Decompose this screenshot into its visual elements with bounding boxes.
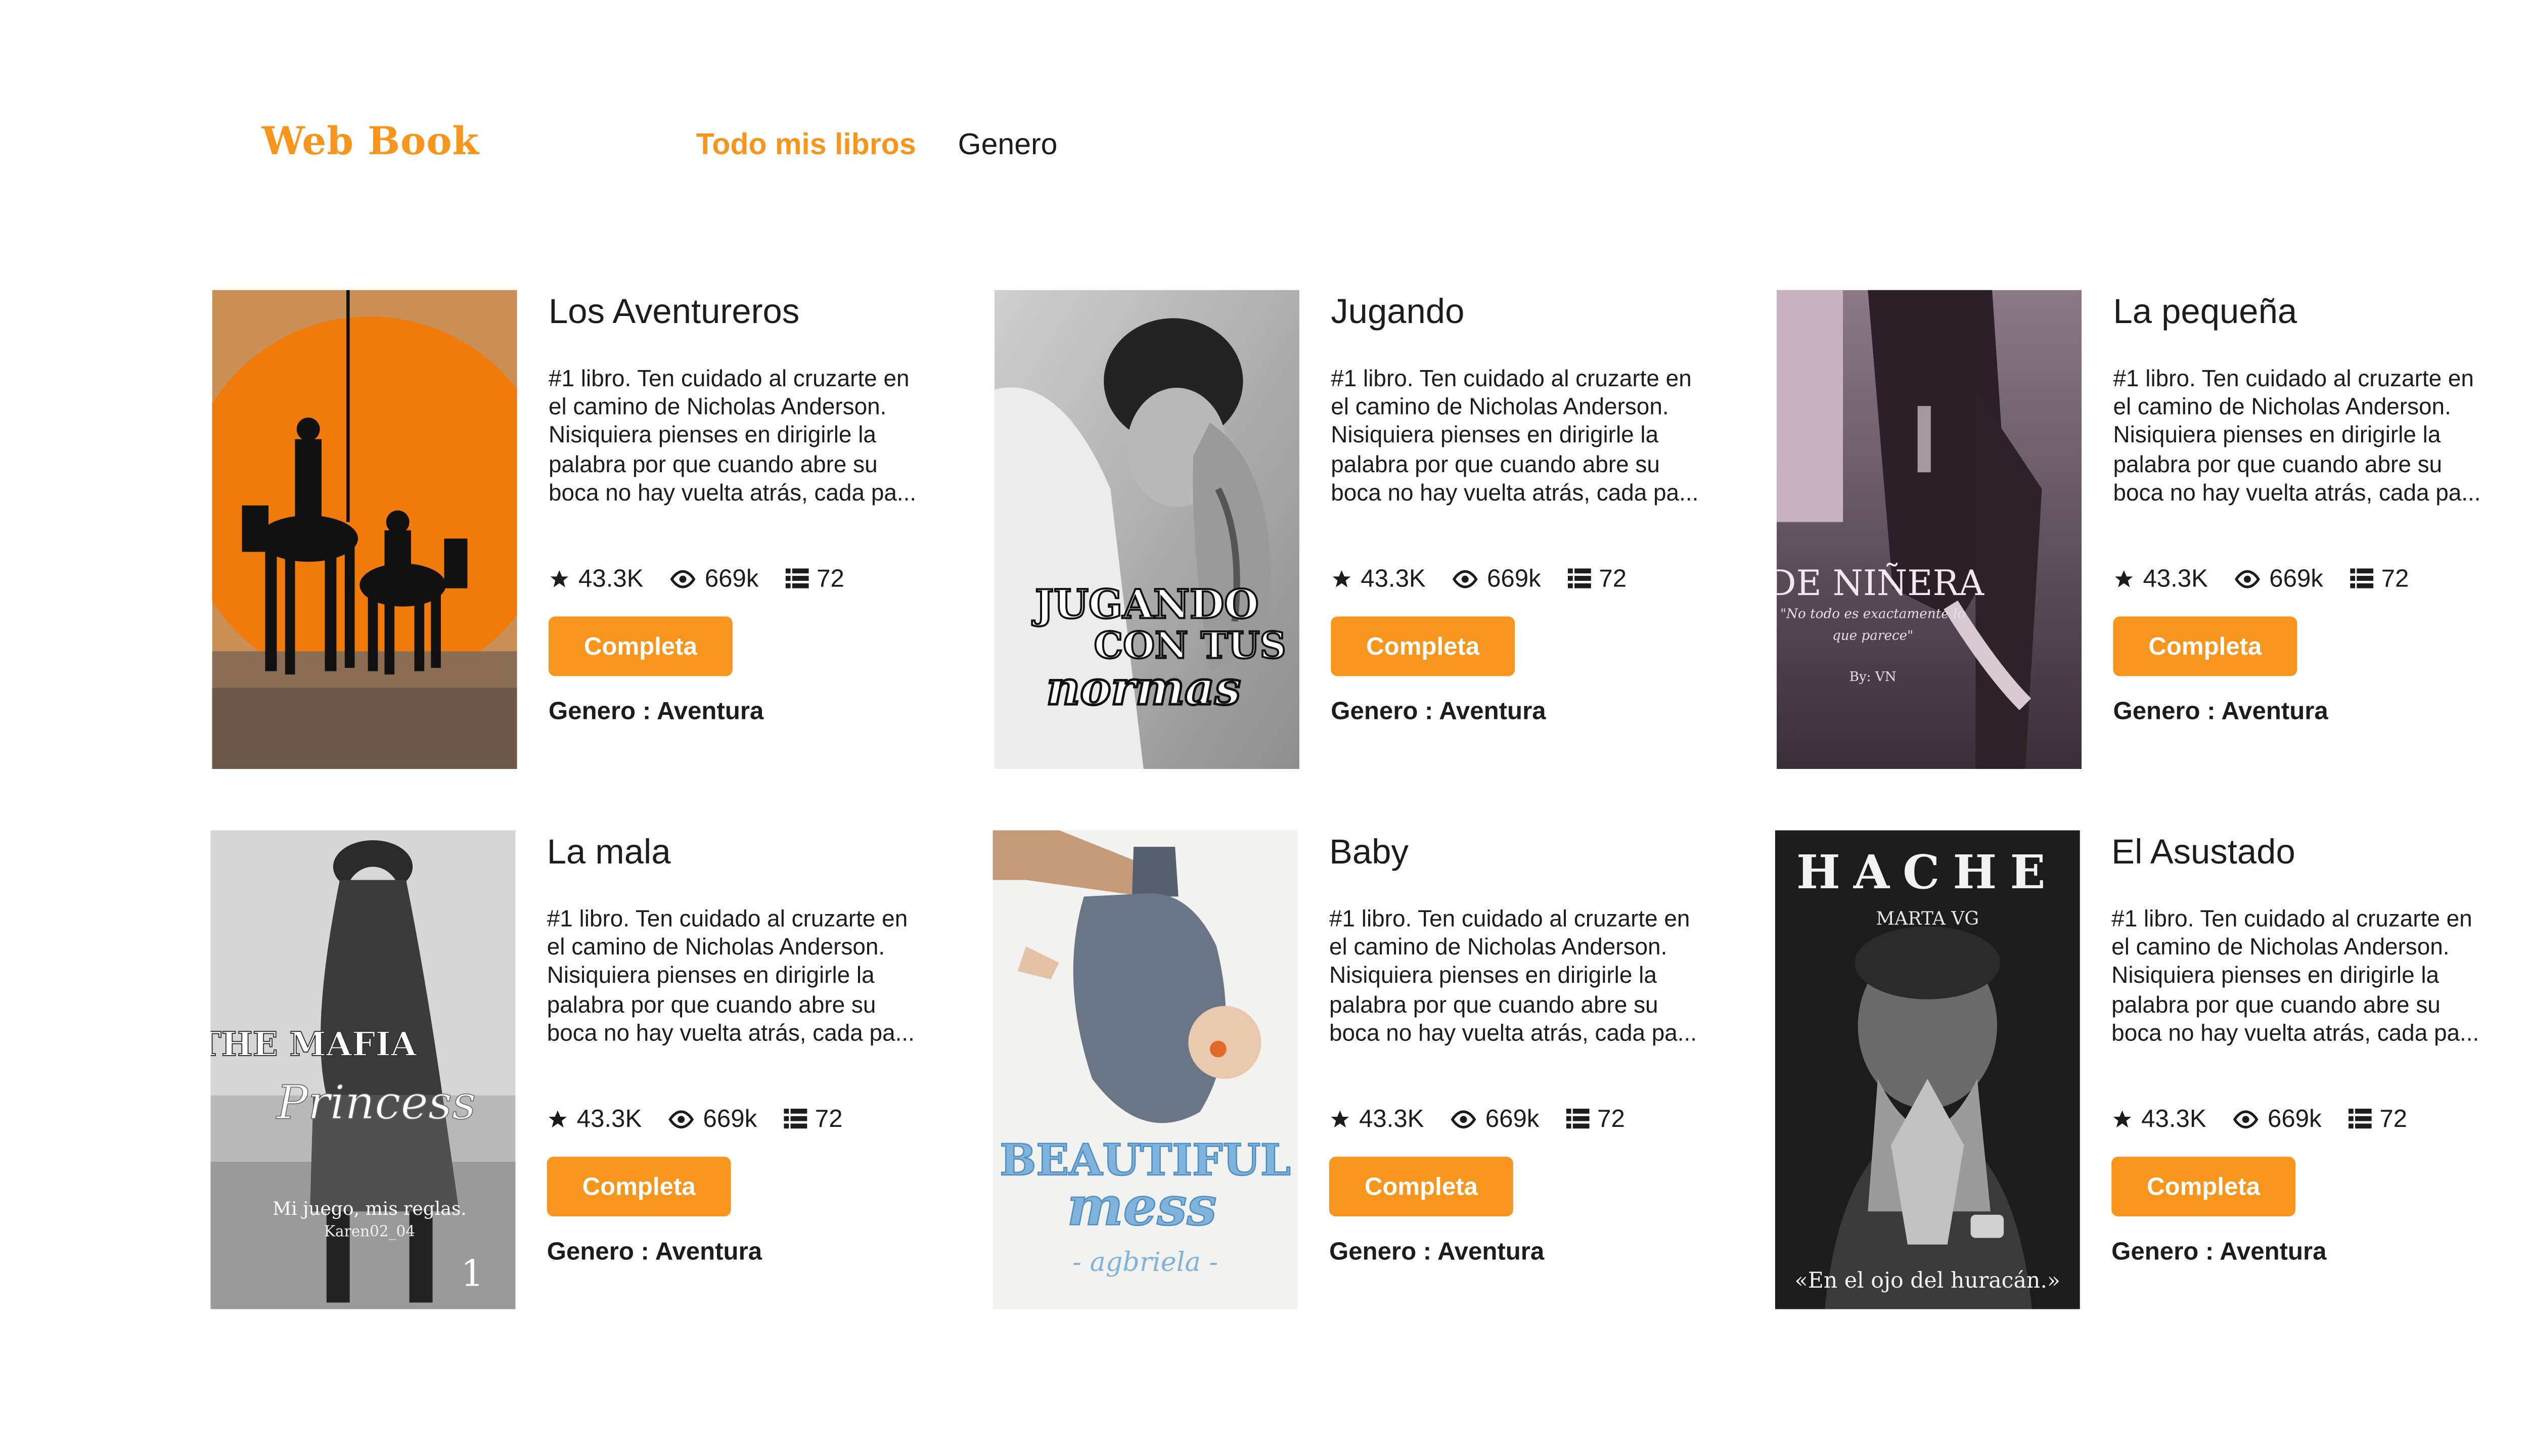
rating-value: 43.3K [2141, 1104, 2206, 1133]
views-value: 669k [703, 1104, 757, 1133]
status-button[interactable]: Completa [1331, 616, 1515, 676]
status-button[interactable]: Completa [547, 1157, 731, 1217]
list-icon [1567, 568, 1591, 588]
list-icon [1565, 1108, 1589, 1129]
book-card[interactable]: JUGANDO CON TUS normas Jugando #1 libro.… [994, 290, 1724, 771]
rating-value: 43.3K [2143, 564, 2208, 593]
star-icon [1331, 1109, 1349, 1127]
rating-value: 43.3K [578, 564, 644, 593]
book-description: #1 libro. Ten cuidado al cruzarte en el … [547, 904, 915, 1045]
status-button[interactable]: Completa [2111, 1157, 2296, 1217]
app-root: Web Book Todo mis libros Genero Los Aven… [0, 0, 2528, 1455]
cover-text: JUGANDO [1032, 581, 1259, 628]
book-genre: Genero : Aventura [1329, 1238, 1545, 1266]
parts-value: 72 [817, 564, 844, 593]
views-value: 669k [1487, 564, 1541, 593]
book-description: #1 libro. Ten cuidado al cruzarte en el … [2113, 365, 2481, 506]
parts-value: 72 [1599, 564, 1627, 593]
status-button[interactable]: Completa [2113, 616, 2297, 676]
cover-text: 1 [461, 1253, 484, 1295]
star-icon [549, 1109, 567, 1127]
parts-value: 72 [1597, 1104, 1625, 1133]
book-card[interactable]: DE NIÑERA "No todo es exactamente lo que… [1777, 290, 2506, 771]
cover-text: mess [1067, 1175, 1217, 1237]
views-value: 669k [1485, 1104, 1540, 1133]
eye-icon [2233, 1109, 2259, 1128]
list-icon [2350, 568, 2373, 588]
cover-text: DE NIÑERA [1777, 563, 1984, 604]
book-genre: Genero : Aventura [2113, 698, 2328, 726]
nav-genero[interactable]: Genero [958, 127, 1058, 162]
cover-text: By: VN [1849, 669, 1897, 685]
book-description: #1 libro. Ten cuidado al cruzarte en el … [1331, 365, 1699, 506]
book-stats: 43.3K 669k 72 [2113, 560, 2486, 597]
book-cover[interactable]: JUGANDO CON TUS normas [994, 290, 1299, 769]
book-genre: Genero : Aventura [1331, 698, 1546, 726]
star-icon [2113, 1109, 2132, 1127]
eye-icon [670, 569, 696, 587]
eye-icon [669, 1109, 694, 1128]
book-card[interactable]: BEAUTIFUL mess - agbriela - Baby #1 libr… [992, 830, 1722, 1311]
eye-icon [2235, 569, 2261, 587]
views-value: 669k [704, 564, 759, 593]
cover-text: que parece" [1832, 628, 1913, 643]
book-title[interactable]: La pequeña [2113, 293, 2486, 340]
rating-value: 43.3K [576, 1104, 642, 1133]
cover-text: Princess [276, 1076, 476, 1130]
parts-value: 72 [2381, 564, 2409, 593]
parts-value: 72 [2379, 1104, 2408, 1133]
list-icon [785, 568, 808, 588]
list-icon [783, 1108, 807, 1129]
book-stats: 43.3K 669k 72 [549, 560, 922, 597]
book-genre: Genero : Aventura [2111, 1238, 2327, 1266]
views-value: 669k [2267, 1104, 2322, 1133]
book-stats: 43.3K 669k 72 [1329, 1101, 1702, 1137]
book-description: #1 libro. Ten cuidado al cruzarte en el … [1329, 904, 1697, 1045]
cover-text: THE MAFIA [210, 1025, 417, 1064]
cover-text: MARTA VG [1876, 908, 1979, 929]
book-title[interactable]: Los Aventureros [549, 293, 922, 340]
book-description: #1 libro. Ten cuidado al cruzarte en el … [549, 365, 917, 506]
status-button[interactable]: Completa [549, 616, 733, 676]
book-stats: 43.3K 669k 72 [1331, 560, 1704, 597]
book-card[interactable]: HACHE MARTA VG «En el ojo del huracán.» … [1775, 830, 2504, 1311]
rating-value: 43.3K [1359, 1104, 1424, 1133]
book-title[interactable]: El Asustado [2111, 834, 2485, 880]
book-card[interactable]: THE MAFIA Princess Mi juego, mis reglas.… [210, 830, 939, 1311]
book-card[interactable]: Los Aventureros #1 libro. Ten cuidado al… [212, 290, 941, 771]
status-button[interactable]: Completa [1329, 1157, 1513, 1217]
parts-value: 72 [815, 1104, 843, 1133]
book-cover[interactable]: THE MAFIA Princess Mi juego, mis reglas.… [210, 830, 516, 1309]
cover-text: "No todo es exactamente lo [1780, 607, 1965, 622]
star-icon [2115, 569, 2133, 587]
logo[interactable]: Web Book [262, 119, 479, 164]
book-title[interactable]: La mala [547, 834, 920, 880]
book-stats: 43.3K 669k 72 [2111, 1101, 2485, 1137]
book-cover[interactable]: DE NIÑERA "No todo es exactamente lo que… [1777, 290, 2082, 769]
rating-value: 43.3K [1361, 564, 1426, 593]
cover-text: «En el ojo del huracán.» [1795, 1268, 2060, 1293]
cover-text: Mi juego, mis reglas. [273, 1198, 467, 1219]
star-icon [550, 569, 569, 587]
eye-icon [1451, 1109, 1477, 1128]
cover-text: HACHE [1796, 845, 2059, 899]
book-description: #1 libro. Ten cuidado al cruzarte en el … [2111, 904, 2479, 1045]
book-cover[interactable]: HACHE MARTA VG «En el ojo del huracán.» [1775, 830, 2080, 1309]
list-icon [2348, 1108, 2371, 1129]
cover-text: - agbriela - [1072, 1247, 1218, 1278]
book-cover[interactable]: BEAUTIFUL mess - agbriela - [992, 830, 1298, 1309]
book-cover[interactable] [212, 290, 517, 769]
book-genre: Genero : Aventura [549, 698, 764, 726]
book-stats: 43.3K 669k 72 [547, 1101, 920, 1137]
book-genre: Genero : Aventura [547, 1238, 762, 1266]
eye-icon [1453, 569, 1478, 587]
book-title[interactable]: Jugando [1331, 293, 1704, 340]
book-title[interactable]: Baby [1329, 834, 1702, 880]
views-value: 669k [2269, 564, 2323, 593]
star-icon [1332, 569, 1351, 587]
nav-todo-mis-libros[interactable]: Todo mis libros [696, 127, 916, 162]
cover-text: normas [1047, 661, 1241, 715]
cover-text: Karen02_04 [324, 1222, 415, 1240]
